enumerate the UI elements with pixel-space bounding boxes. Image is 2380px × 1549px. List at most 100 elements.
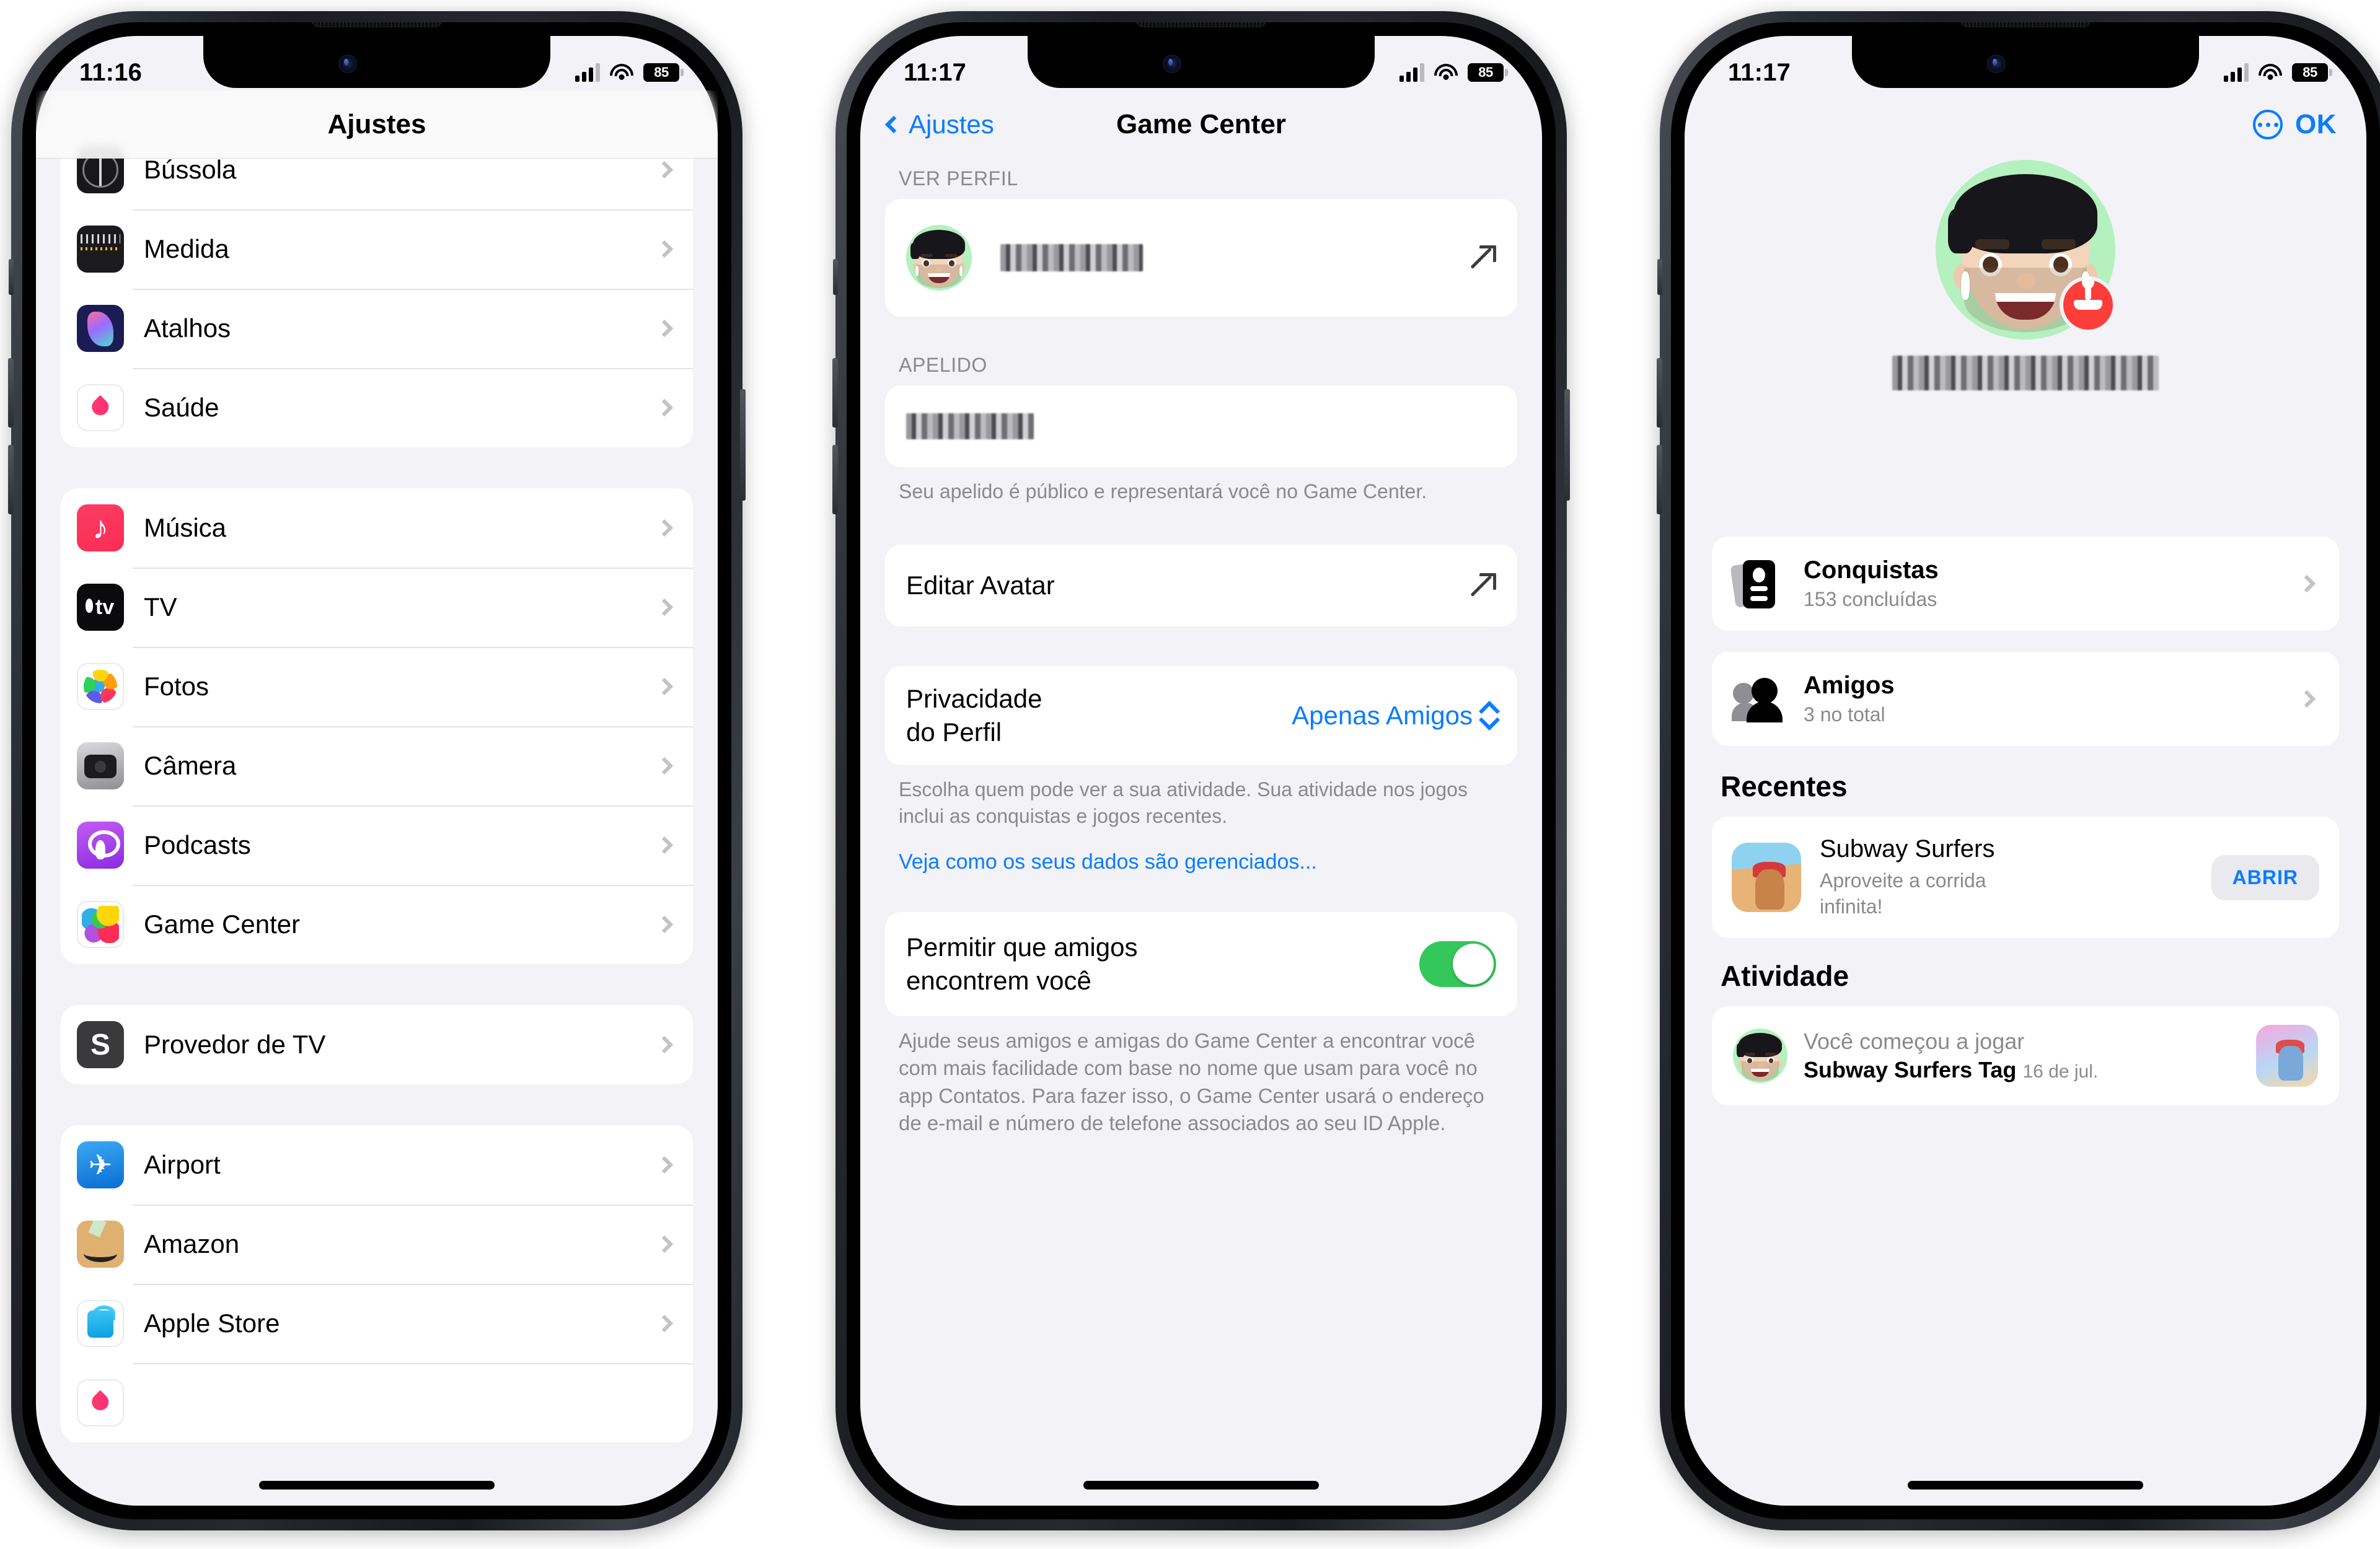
phone-3-profile: 11:17 85 OK Conquistas 153 concluídas Am… bbox=[1657, 11, 2380, 1530]
settings-row-airport[interactable]: Airport bbox=[61, 1125, 693, 1205]
settings-row-medida[interactable]: Medida bbox=[61, 209, 693, 289]
avatar bbox=[906, 225, 972, 291]
volume-down-button[interactable] bbox=[8, 445, 14, 514]
cellular-signal-icon bbox=[575, 63, 600, 82]
game-center-badge-icon bbox=[2060, 276, 2117, 333]
row-label: Atalhos bbox=[144, 314, 231, 343]
profile-row[interactable] bbox=[885, 199, 1517, 317]
section-title-recentes: Recentes bbox=[1721, 770, 1848, 802]
profile-privacy-row[interactable]: Privacidade do Perfil Apenas Amigos bbox=[885, 666, 1517, 765]
status-indicators: 85 bbox=[575, 63, 684, 82]
nav-bar-profile: OK bbox=[1685, 90, 2366, 159]
achievements-card[interactable]: Conquistas 153 concluídas bbox=[1712, 537, 2339, 631]
settings-row-musica[interactable]: Música bbox=[61, 488, 693, 568]
recent-game-text: Subway Surfers Aproveite a corrida infin… bbox=[1820, 835, 2211, 919]
more-options-icon[interactable] bbox=[2253, 110, 2283, 139]
game-center-icon bbox=[77, 901, 124, 948]
open-external-icon[interactable] bbox=[1471, 245, 1496, 270]
home-indicator[interactable] bbox=[1908, 1481, 2143, 1490]
chevron-right-icon bbox=[655, 160, 674, 179]
find-me-card[interactable]: Permitir que amigos encontrem você bbox=[885, 912, 1517, 1017]
find-me-footnote: Ajude seus amigos e amigas do Game Cente… bbox=[899, 1029, 1484, 1134]
settings-row-fotos[interactable]: Fotos bbox=[61, 647, 693, 726]
edit-avatar-card[interactable]: Editar Avatar bbox=[885, 544, 1517, 626]
home-indicator[interactable] bbox=[259, 1481, 495, 1490]
find-me-toggle[interactable] bbox=[1419, 941, 1496, 988]
amazon-icon bbox=[77, 1221, 124, 1268]
activity-game: Subway Surfers Tag bbox=[1804, 1057, 2017, 1083]
open-external-icon[interactable] bbox=[1471, 573, 1496, 598]
profile-body[interactable]: Conquistas 153 concluídas Amigos 3 no to… bbox=[1685, 537, 2366, 1506]
power-button[interactable] bbox=[1564, 389, 1570, 501]
chevron-right-icon bbox=[655, 677, 674, 696]
battery-percent: 85 bbox=[2303, 64, 2317, 80]
row-label: Airport bbox=[144, 1150, 221, 1179]
status-indicators: 85 bbox=[2224, 63, 2332, 82]
settings-group-4: Airport Amazon Apple Store bbox=[61, 1125, 693, 1442]
privacy-value-control[interactable]: Apenas Amigos bbox=[1292, 701, 1496, 731]
back-button-label: Ajustes bbox=[909, 110, 994, 139]
volume-up-button[interactable] bbox=[8, 358, 14, 428]
recent-game-card[interactable]: Subway Surfers Aproveite a corrida infin… bbox=[1712, 817, 2339, 939]
settings-row-saude[interactable]: Saúde bbox=[61, 368, 693, 447]
nickname-card[interactable] bbox=[885, 385, 1517, 467]
achievements-text: Conquistas 153 concluídas bbox=[1804, 556, 2301, 611]
phone-1-bezel: 11:16 85 Ajustes Bússola Medida Atalhos … bbox=[22, 22, 731, 1519]
avatar-wrap[interactable] bbox=[1936, 160, 2117, 340]
settings-row-tv[interactable]: TV bbox=[61, 568, 693, 647]
privacy-data-link[interactable]: Veja como os seus dados são gerenciados.… bbox=[885, 830, 1517, 877]
nickname-footnote: Seu apelido é público e representará voc… bbox=[899, 480, 1427, 502]
silent-switch[interactable] bbox=[833, 259, 838, 295]
nickname-input[interactable] bbox=[906, 413, 1034, 439]
nickname-row[interactable] bbox=[885, 385, 1517, 467]
status-time: 11:17 bbox=[1728, 58, 1791, 86]
battery-percent: 85 bbox=[1478, 64, 1493, 80]
silent-switch[interactable] bbox=[9, 259, 14, 295]
silent-switch[interactable] bbox=[1657, 259, 1662, 295]
recent-game-title: Subway Surfers bbox=[1820, 835, 1995, 862]
settings-group-3: Provedor de TV bbox=[61, 1005, 693, 1084]
home-indicator[interactable] bbox=[1083, 1481, 1319, 1490]
activity-card[interactable]: Você começou a jogar Subway Surfers Tag … bbox=[1712, 1006, 2339, 1106]
volume-up-button[interactable] bbox=[832, 358, 838, 428]
volume-down-button[interactable] bbox=[1657, 445, 1662, 514]
chevron-right-icon bbox=[655, 240, 674, 258]
row-label: Música bbox=[144, 513, 227, 542]
privacy-footnote: Escolha quem pode ver a sua atividade. S… bbox=[899, 778, 1468, 827]
settings-row-game-center[interactable]: Game Center bbox=[61, 885, 693, 964]
settings-row-atalhos[interactable]: Atalhos bbox=[61, 289, 693, 368]
settings-row-apple-store[interactable]: Apple Store bbox=[61, 1284, 693, 1363]
phone-1-settings: 11:16 85 Ajustes Bússola Medida Atalhos … bbox=[8, 11, 746, 1530]
volume-up-button[interactable] bbox=[1657, 358, 1662, 428]
profile-privacy-card[interactable]: Privacidade do Perfil Apenas Amigos bbox=[885, 665, 1517, 765]
profile-card[interactable] bbox=[885, 199, 1517, 317]
status-time: 11:16 bbox=[79, 58, 143, 86]
edit-avatar-row[interactable]: Editar Avatar bbox=[885, 545, 1517, 626]
chevron-right-icon bbox=[655, 319, 674, 338]
nav-bar-settings: Ajustes bbox=[36, 90, 718, 159]
settings-row-podcasts[interactable]: Podcasts bbox=[61, 805, 693, 885]
phone-2-game-center: 11:17 85 Ajustes Game Center VER PERFIL … bbox=[832, 11, 1570, 1530]
settings-row-amazon[interactable]: Amazon bbox=[61, 1205, 693, 1284]
notch bbox=[203, 36, 550, 88]
settings-row-camera[interactable]: Câmera bbox=[61, 726, 693, 805]
volume-down-button[interactable] bbox=[832, 445, 838, 514]
game-center-settings-list[interactable]: VER PERFIL APELIDO Seu apelido é público… bbox=[860, 167, 1542, 1506]
settings-row-provedor-de-tv[interactable]: Provedor de TV bbox=[61, 1005, 693, 1084]
settings-list[interactable]: Bússola Medida Atalhos Saúde ♪ Música tv… bbox=[36, 130, 718, 1506]
battery-icon: 85 bbox=[2292, 63, 2332, 82]
row-label: Apple Store bbox=[144, 1309, 280, 1338]
friends-card[interactable]: Amigos 3 no total bbox=[1712, 652, 2339, 746]
settings-row-partial[interactable] bbox=[61, 1363, 693, 1442]
photos-icon bbox=[77, 663, 124, 710]
find-me-row[interactable]: Permitir que amigos encontrem você bbox=[885, 912, 1517, 1016]
ok-button[interactable]: OK bbox=[2295, 109, 2337, 140]
row-label: Câmera bbox=[144, 751, 237, 780]
open-game-button[interactable]: ABRIR bbox=[2211, 854, 2319, 900]
friends-subtitle: 3 no total bbox=[1804, 703, 1885, 726]
power-button[interactable] bbox=[740, 389, 746, 501]
back-button[interactable]: Ajustes bbox=[884, 110, 994, 139]
